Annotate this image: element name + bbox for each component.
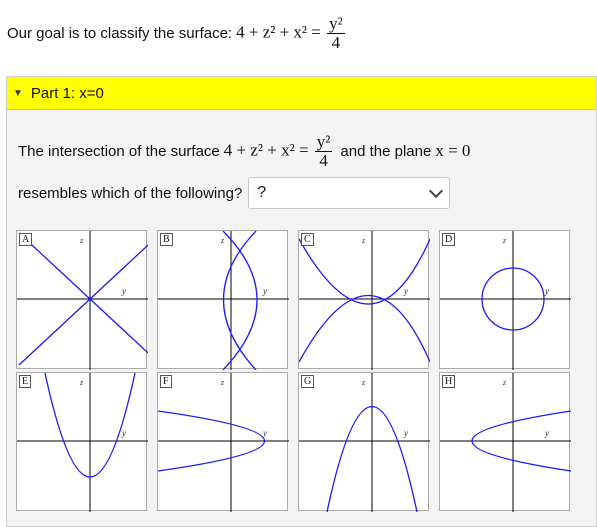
goal-fraction: y² 4 (327, 13, 345, 52)
question-line-1: The intersection of the surface 4 + z² +… (18, 127, 470, 175)
option-graph-svg: yz (17, 231, 148, 370)
caret-down-icon: ▼ (13, 87, 23, 99)
curve-hyperbola-horizontal (222, 231, 257, 370)
axis-label-z: z (220, 378, 225, 387)
axis-label-y: y (544, 428, 549, 438)
part-1-header[interactable]: ▼ Part 1: x=0 (7, 77, 596, 110)
chevron-down-icon (429, 183, 444, 199)
question-line-2-text: resembles which of the following? (18, 184, 243, 202)
goal-equation-left: 4 + z² + x² = (236, 21, 321, 41)
option-graph-f[interactable]: yzF (157, 372, 289, 512)
option-graph-d[interactable]: yzD (439, 230, 571, 370)
goal-fraction-den: 4 (331, 32, 341, 52)
question-line-2: resembles which of the following? ? (18, 177, 451, 209)
axis-label-y: y (544, 286, 549, 296)
option-letter-label: E (19, 375, 32, 388)
question-fraction-den: 4 (319, 150, 328, 170)
axis-label-y: y (403, 286, 408, 296)
option-graph-svg: yz (17, 373, 148, 512)
axis-label-y: y (121, 428, 126, 438)
goal-equation: 4 + z² + x² = y² 4 (236, 13, 347, 52)
axis-label-z: z (79, 236, 84, 245)
part-1-panel: ▼ Part 1: x=0 The intersection of the su… (6, 76, 597, 527)
axis-label-z: z (502, 236, 507, 245)
axis-label-z: z (361, 236, 366, 245)
option-letter-label: C (301, 233, 314, 246)
axis-label-z: z (502, 378, 507, 387)
axis-label-y: y (262, 428, 267, 438)
answer-select[interactable]: ? (248, 177, 451, 209)
goal-statement: Our goal is to classify the surface: 4 +… (7, 4, 347, 62)
question-mid: and the plane (340, 142, 432, 160)
part-1-title: Part 1: x=0 (30, 84, 104, 102)
option-letter-label: A (19, 233, 33, 246)
option-graph-e[interactable]: yzE (16, 372, 148, 512)
axis-label-z: z (79, 378, 84, 387)
option-graph-h[interactable]: yzH (439, 372, 571, 512)
option-letter-label: H (442, 375, 456, 388)
option-graph-svg: yz (299, 373, 430, 512)
curve-hyperbola-vertical (299, 238, 430, 305)
axis-label-y: y (403, 428, 408, 438)
question-plane: x = 0 (435, 141, 471, 160)
question-prefix: The intersection of the surface (18, 142, 220, 160)
axis-label-z: z (220, 236, 225, 245)
axis-label-y: y (262, 286, 267, 296)
option-graph-g[interactable]: yzG (298, 372, 430, 512)
option-graph-svg: yz (158, 231, 289, 370)
option-graph-svg: yz (440, 231, 571, 370)
option-letter-label: G (301, 375, 315, 388)
option-graph-c[interactable]: yzC (298, 230, 430, 370)
option-graph-b[interactable]: yzB (157, 230, 289, 370)
question-equation: 4 + z² + x² = y² 4 (223, 131, 335, 170)
option-graph-svg: yz (440, 373, 571, 512)
option-graph-a[interactable]: yzA (16, 230, 148, 370)
question-equation-left: 4 + z² + x² = (223, 139, 309, 159)
option-letter-label: F (160, 375, 172, 388)
question-fraction-num: y² (316, 131, 331, 151)
option-graph-svg: yz (158, 373, 289, 512)
option-letter-label: D (442, 233, 456, 246)
goal-text: Our goal is to classify the surface: (7, 24, 233, 42)
goal-fraction-num: y² (329, 13, 343, 33)
axis-label-y: y (121, 286, 126, 296)
question-fraction: y² 4 (314, 131, 333, 170)
curve-hyperbola-vertical (299, 294, 430, 363)
axis-label-z: z (361, 378, 366, 387)
answer-select-value: ? (257, 184, 267, 201)
option-letter-label: B (160, 233, 173, 246)
option-graph-svg: yz (299, 231, 430, 370)
